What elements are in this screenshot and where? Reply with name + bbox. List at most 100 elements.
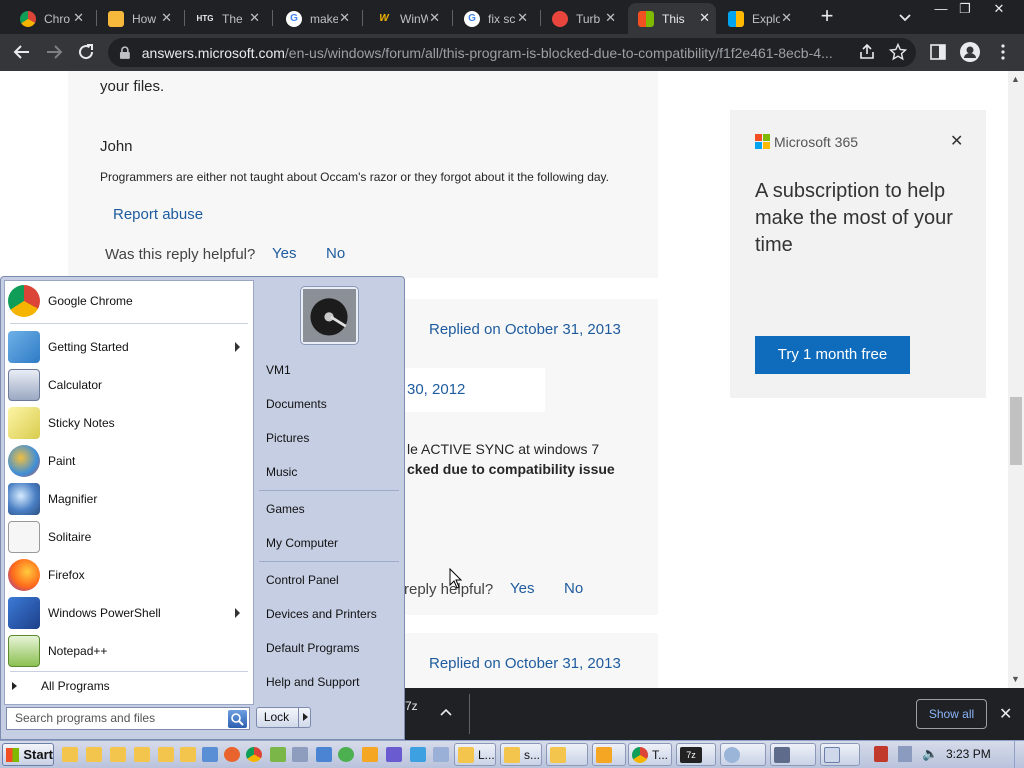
start-button[interactable]: Start	[2, 743, 54, 766]
taskbar-button-chrome[interactable]: T...	[628, 743, 672, 766]
user-avatar[interactable]	[301, 287, 358, 344]
close-icon[interactable]: ✕	[73, 10, 84, 26]
taskbar-button-app[interactable]	[820, 743, 860, 766]
forward-arrow-icon[interactable]	[44, 42, 64, 62]
close-icon[interactable]: ✕	[339, 10, 350, 26]
report-abuse-link[interactable]: Report abuse	[113, 206, 203, 223]
helpful-yes-link[interactable]: Yes	[272, 245, 296, 262]
close-icon[interactable]: ✕	[781, 10, 792, 26]
scrollbar-thumb[interactable]	[1010, 397, 1022, 465]
folder-icon[interactable]	[86, 747, 102, 762]
tab-this-active[interactable]: This ✕	[628, 3, 716, 34]
close-icon[interactable]: ✕	[950, 131, 963, 151]
help-and-support-link[interactable]: Help and Support	[266, 675, 359, 689]
program-notepad-plus-plus[interactable]: Notepad++	[8, 633, 244, 669]
close-icon[interactable]: ✕	[699, 10, 710, 26]
tab-turbo[interactable]: Turb ✕	[542, 3, 622, 34]
firefox-icon[interactable]	[224, 747, 240, 762]
profile-avatar-icon[interactable]	[960, 42, 980, 62]
try-free-button[interactable]: Try 1 month free	[755, 336, 910, 374]
network-icon[interactable]	[898, 746, 912, 762]
download-item-name[interactable]: 7z	[405, 699, 418, 713]
search-icon[interactable]	[228, 710, 247, 728]
media-icon[interactable]	[338, 747, 354, 762]
tab-chrome[interactable]: Chro ✕	[10, 3, 90, 34]
taskbar-button-app[interactable]	[770, 743, 816, 766]
notepad-icon[interactable]	[270, 747, 286, 762]
tab-explore[interactable]: Explo ✕	[718, 3, 798, 34]
helpful-no-link[interactable]: No	[564, 580, 583, 597]
app-icon[interactable]	[386, 747, 402, 762]
program-paint[interactable]: Paint	[8, 443, 244, 479]
program-firefox[interactable]: Firefox	[8, 557, 244, 593]
arrow-app-icon[interactable]	[410, 747, 426, 762]
pictures-link[interactable]: Pictures	[266, 431, 309, 445]
page-scrollbar[interactable]	[1008, 71, 1024, 688]
close-icon[interactable]: ✕	[999, 704, 1012, 724]
taskbar-button-media[interactable]	[592, 743, 626, 766]
tab-how[interactable]: How ✕	[98, 3, 178, 34]
tab-winw[interactable]: W WinW ✕	[366, 3, 446, 34]
folder-icon[interactable]	[110, 747, 126, 762]
side-panel-icon[interactable]	[929, 43, 947, 61]
security-icon[interactable]	[874, 746, 888, 762]
restore-icon[interactable]: ❐	[952, 0, 978, 20]
default-programs-link[interactable]: Default Programs	[266, 641, 359, 655]
media-player-icon[interactable]	[362, 747, 378, 762]
taskbar-button-7zip[interactable]: 7z	[676, 743, 716, 766]
close-icon[interactable]: ✕	[429, 10, 440, 26]
close-icon[interactable]: ✕	[605, 10, 616, 26]
program-calculator[interactable]: Calculator	[8, 367, 244, 403]
clock[interactable]: 3:23 PM	[946, 747, 991, 761]
tab-make[interactable]: G make ✕	[276, 3, 356, 34]
share-icon[interactable]	[858, 43, 876, 61]
folder-icon[interactable]	[62, 747, 78, 762]
chevron-up-icon[interactable]	[439, 707, 453, 717]
bookmark-star-icon[interactable]	[889, 43, 907, 61]
helpful-no-link[interactable]: No	[326, 245, 345, 262]
folder-icon[interactable]	[158, 747, 174, 762]
music-link[interactable]: Music	[266, 465, 297, 479]
close-window-icon[interactable]: ✕	[986, 0, 1012, 20]
close-icon[interactable]: ✕	[517, 10, 528, 26]
reload-icon[interactable]	[76, 42, 96, 62]
program-magnifier[interactable]: Magnifier	[8, 481, 244, 517]
quoted-date[interactable]: 30, 2012	[407, 381, 465, 398]
chrome-icon[interactable]	[246, 747, 262, 762]
tab-fix[interactable]: G fix sc ✕	[454, 3, 534, 34]
user-name-link[interactable]: VM1	[266, 363, 291, 377]
show-all-button[interactable]: Show all	[916, 699, 987, 729]
taskbar-button-app[interactable]	[720, 743, 766, 766]
program-sticky-notes[interactable]: Sticky Notes	[8, 405, 244, 441]
scroll-down-icon[interactable]: ▼	[1011, 674, 1020, 684]
folder-icon[interactable]	[134, 747, 150, 762]
replied-date[interactable]: Replied on October 31, 2013	[429, 321, 621, 338]
chevron-down-icon[interactable]	[896, 8, 914, 26]
devices-and-printers-link[interactable]: Devices and Printers	[266, 607, 377, 621]
folder-icon[interactable]	[180, 747, 196, 762]
close-icon[interactable]: ✕	[161, 10, 172, 26]
helpful-yes-link[interactable]: Yes	[510, 580, 534, 597]
volume-icon[interactable]: 🔈	[922, 746, 938, 762]
program-google-chrome[interactable]: Google Chrome	[8, 283, 244, 319]
all-programs-button[interactable]: All Programs	[12, 679, 110, 693]
my-computer-link[interactable]: My Computer	[266, 536, 338, 550]
taskbar-button-folder[interactable]	[546, 743, 588, 766]
program-windows-powershell[interactable]: Windows PowerShell	[8, 595, 244, 631]
start-search-input[interactable]: Search programs and files	[6, 707, 250, 730]
calculator-icon[interactable]	[292, 747, 308, 762]
taskbar-button-folder[interactable]: L...	[454, 743, 496, 766]
show-desktop-button[interactable]	[1014, 741, 1024, 768]
program-getting-started[interactable]: Getting Started	[8, 329, 244, 365]
games-link[interactable]: Games	[266, 502, 305, 516]
control-panel-icon[interactable]	[202, 747, 218, 762]
app-icon[interactable]	[316, 747, 332, 762]
close-icon[interactable]: ✕	[249, 10, 260, 26]
tab-htg[interactable]: HTG The ✕	[186, 3, 266, 34]
program-solitaire[interactable]: Solitaire	[8, 519, 244, 555]
documents-link[interactable]: Documents	[266, 397, 327, 411]
replied-date[interactable]: Replied on October 31, 2013	[429, 655, 621, 672]
lock-options-button[interactable]	[298, 707, 311, 728]
back-arrow-icon[interactable]	[12, 42, 32, 62]
control-panel-link[interactable]: Control Panel	[266, 573, 339, 587]
